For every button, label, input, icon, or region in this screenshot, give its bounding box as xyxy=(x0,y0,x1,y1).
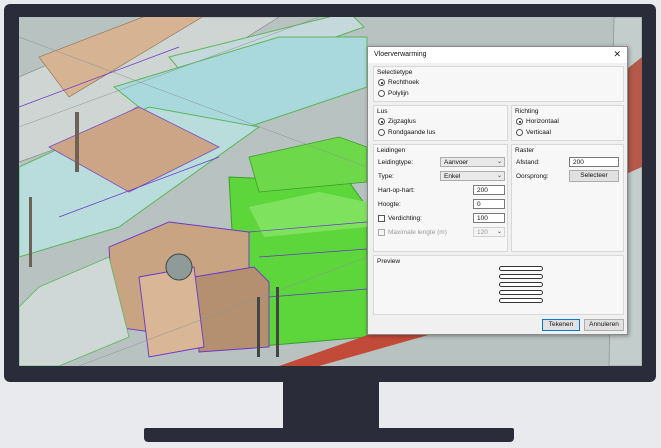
dialog-title: Vloerverwarming xyxy=(374,51,427,58)
lus-label: Lus xyxy=(377,108,388,115)
radio-horizontaal-label: Horizontaal xyxy=(526,118,559,125)
dialog-titlebar[interactable]: Vloerverwarming ✕ xyxy=(368,47,627,63)
verdichting-label: Verdichting: xyxy=(388,215,422,222)
verdichting-row[interactable]: Verdichting: xyxy=(378,215,422,222)
radio-verticaal[interactable]: Verticaal xyxy=(516,129,551,136)
maximale-lengte-select[interactable]: 120 ⌄ xyxy=(473,227,505,237)
selecteer-button[interactable]: Selecteer xyxy=(569,170,619,182)
monitor-stand-base xyxy=(144,428,514,442)
chevron-down-icon: ⌄ xyxy=(496,159,502,165)
radio-polylijn[interactable]: Polylijn xyxy=(378,90,409,97)
type-label: Type: xyxy=(378,173,394,180)
chevron-down-icon: ⌄ xyxy=(496,173,502,179)
radio-rondgaande-lus[interactable]: Rondgaande lus xyxy=(378,129,435,136)
verdichting-input[interactable]: 100 xyxy=(473,213,505,223)
radio-horizontaal[interactable]: Horizontaal xyxy=(516,118,559,125)
selectietype-group: Selectietype Rechthoek Polylijn xyxy=(373,66,624,102)
richting-group: Richting Horizontaal Verticaal xyxy=(511,105,624,141)
radio-verticaal-label: Verticaal xyxy=(526,129,551,136)
leidingen-group: Leidingen Leidingtype: Aanvoer ⌄ Type: E… xyxy=(373,144,508,252)
annuleren-button[interactable]: Annuleren xyxy=(584,319,624,331)
radio-rondgaande-lus-indicator[interactable] xyxy=(378,129,385,136)
preview-loop xyxy=(499,282,543,287)
monitor-screen: Vloerverwarming ✕ Selectietype Rechthoek… xyxy=(19,17,642,366)
chevron-down-icon: ⌄ xyxy=(496,229,502,235)
monitor-stand-neck xyxy=(283,382,379,430)
preview-loop xyxy=(499,298,543,303)
preview-loop xyxy=(499,266,543,271)
richting-label: Richting xyxy=(515,108,539,115)
maximale-lengte-value: 120 xyxy=(477,229,488,236)
radio-rechthoek[interactable]: Rechthoek xyxy=(378,79,419,86)
leidingen-label: Leidingen xyxy=(377,147,406,154)
maximale-lengte-checkbox[interactable] xyxy=(378,229,385,236)
leidingtype-label: Leidingtype: xyxy=(378,159,414,166)
type-value: Enkel xyxy=(444,173,461,180)
lus-group: Lus Zigzaglus Rondgaande lus xyxy=(373,105,508,141)
preview-label: Preview xyxy=(377,258,401,265)
radio-rondgaande-lus-label: Rondgaande lus xyxy=(388,129,436,136)
radio-rechthoek-label: Rechthoek xyxy=(388,79,420,86)
radio-horizontaal-indicator[interactable] xyxy=(516,118,523,125)
hoogte-input[interactable]: 0 xyxy=(473,199,505,209)
radio-rechthoek-indicator[interactable] xyxy=(378,79,385,86)
afstand-label: Afstand: xyxy=(516,159,540,166)
vloerverwarming-dialog: Vloerverwarming ✕ Selectietype Rechthoek… xyxy=(367,46,628,335)
afstand-input[interactable]: 200 xyxy=(569,157,619,167)
preview-group: Preview xyxy=(373,255,624,315)
radio-polylijn-label: Polylijn xyxy=(388,90,409,97)
radio-zigzaglus-indicator[interactable] xyxy=(378,118,385,125)
raster-label: Raster xyxy=(515,147,535,154)
radio-polylijn-indicator[interactable] xyxy=(378,90,385,97)
hart-op-hart-input[interactable]: 200 xyxy=(473,185,505,195)
radio-verticaal-indicator[interactable] xyxy=(516,129,523,136)
monitor-frame: Vloerverwarming ✕ Selectietype Rechthoek… xyxy=(4,4,656,382)
oorsprong-label: Oorsprong: xyxy=(516,173,549,180)
preview-loop xyxy=(499,290,543,295)
tekenen-button[interactable]: Tekenen xyxy=(542,319,580,331)
raster-group: Raster Afstand: 200 Oorsprong: Selecteer xyxy=(511,144,624,252)
hoogte-label: Hoogte: xyxy=(378,201,401,208)
close-icon[interactable]: ✕ xyxy=(613,49,621,60)
verdichting-checkbox[interactable] xyxy=(378,215,385,222)
type-select[interactable]: Enkel ⌄ xyxy=(440,171,505,181)
hart-op-hart-label: Hart-op-hart: xyxy=(378,187,415,194)
selectietype-label: Selectietype xyxy=(377,69,413,76)
maximale-lengte-row[interactable]: Maximale lengte (m) xyxy=(378,229,447,236)
maximale-lengte-label: Maximale lengte (m) xyxy=(388,229,447,236)
leidingtype-value: Aanvoer xyxy=(444,159,469,166)
preview-loop xyxy=(499,274,543,279)
radio-zigzaglus-label: Zigzaglus xyxy=(388,118,416,125)
leidingtype-select[interactable]: Aanvoer ⌄ xyxy=(440,157,505,167)
radio-zigzaglus[interactable]: Zigzaglus xyxy=(378,118,416,125)
